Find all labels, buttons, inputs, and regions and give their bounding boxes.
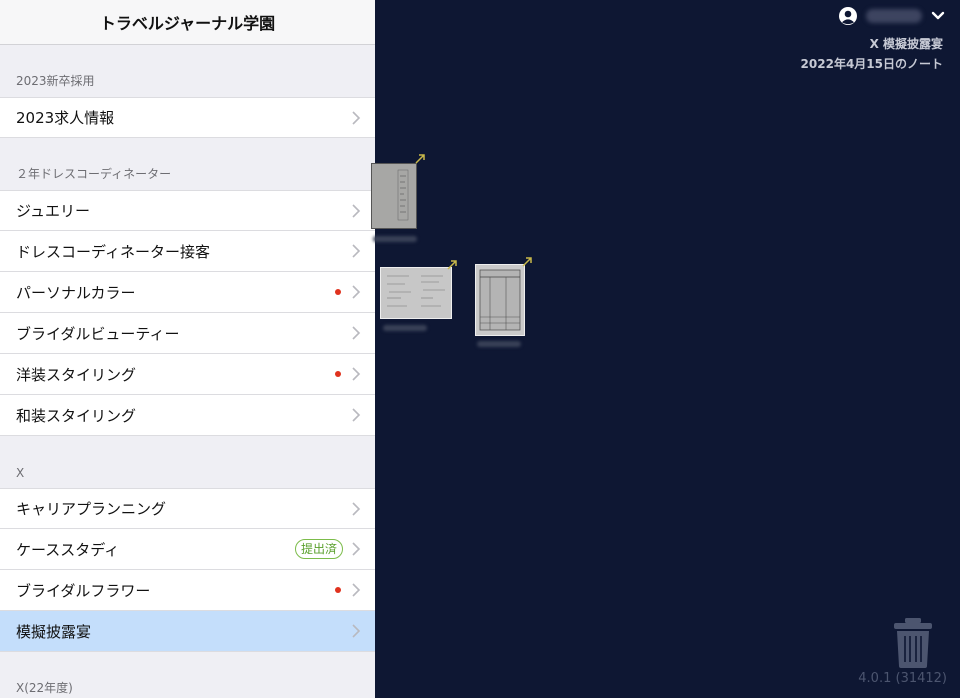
section-list: キャリアプランニング ケーススタディ 提出済ブライダルフラワー 模擬披露宴 — [0, 488, 375, 652]
page-thumbnail[interactable] — [371, 163, 417, 229]
arrow-up-right-icon — [522, 257, 532, 267]
app-version: 4.0.1 (31412) — [858, 671, 947, 686]
notebook-row[interactable]: 洋装スタイリング — [0, 354, 375, 395]
notebook-row[interactable]: ジュエリー — [0, 190, 375, 231]
notebook-row[interactable]: 模擬披露宴 — [0, 611, 375, 652]
notebook-row[interactable]: ブライダルフラワー — [0, 570, 375, 611]
chevron-right-icon — [352, 367, 361, 381]
note-title: X 模擬披露宴 — [869, 37, 943, 51]
chevron-down-icon[interactable] — [930, 8, 946, 24]
unread-dot-icon — [335, 289, 341, 295]
notebook-label: 2023求人情報 — [16, 109, 115, 127]
chevron-right-icon — [352, 583, 361, 597]
page-caption-redacted — [383, 325, 427, 331]
notebook-label: ブライダルフラワー — [16, 581, 151, 600]
page-thumbnail[interactable] — [380, 267, 452, 319]
chevron-right-icon — [352, 285, 361, 299]
notebook-label: ジュエリー — [16, 202, 90, 220]
chevron-right-icon — [352, 501, 361, 516]
sidebar-title: トラベルジャーナル学園 — [99, 14, 276, 33]
sidebar: トラベルジャーナル学園 2023新卒採用 2023求人情報 ２年ドレスコーディネータ… — [0, 0, 375, 698]
notebook-label: 洋装スタイリング — [16, 365, 137, 384]
section-header: ２年ドレスコーディネーター — [16, 167, 172, 181]
notebook-label: ケーススタディ — [16, 540, 120, 559]
notebook-label: 和装スタイリング — [16, 406, 137, 425]
section-list: ジュエリードレスコーディネーター接客 パーソナルカラーブライダルビューティー 洋装ス… — [0, 190, 375, 436]
chevron-right-icon — [352, 624, 361, 638]
user-circle-icon — [839, 7, 857, 25]
note-date: 2022年4月15日のノート — [800, 57, 943, 71]
section-header: X — [16, 466, 25, 480]
notebook-row[interactable]: 和装スタイリング — [0, 395, 375, 436]
account-name-redacted — [866, 9, 922, 23]
page-caption-redacted — [477, 341, 521, 347]
notebook-label: ドレスコーディネーター接客 — [16, 242, 210, 261]
trash-icon[interactable] — [893, 618, 933, 668]
page-thumbnail[interactable] — [475, 264, 525, 336]
note-canvas[interactable]: X 模擬披露宴 2022年4月15日のノート 4.0.1 (31412) — [371, 0, 960, 698]
notebook-row[interactable]: ケーススタディ 提出済 — [0, 529, 375, 570]
notebook-row[interactable]: 2023求人情報 — [0, 97, 375, 138]
account-menu[interactable] — [838, 6, 946, 26]
chevron-right-icon — [352, 244, 361, 258]
notebook-label: 模擬披露宴 — [16, 622, 92, 641]
unread-dot-icon — [335, 587, 341, 593]
notebook-row[interactable]: パーソナルカラー — [0, 272, 375, 313]
notebook-label: ブライダルビューティー — [16, 324, 180, 343]
sidebar-header: トラベルジャーナル学園 — [0, 0, 375, 45]
notebook-label: パーソナルカラー — [16, 283, 136, 302]
chevron-right-icon — [352, 110, 361, 125]
chevron-right-icon — [352, 542, 361, 556]
chevron-right-icon — [352, 408, 361, 422]
notebook-row[interactable]: ドレスコーディネーター接客 — [0, 231, 375, 272]
section-header: 2023新卒採用 — [16, 74, 95, 88]
arrow-up-right-icon — [447, 260, 457, 270]
submitted-badge: 提出済 — [294, 539, 343, 559]
page-caption-redacted — [373, 236, 417, 242]
notebook-label: キャリアプランニング — [16, 500, 167, 518]
notebook-row[interactable]: キャリアプランニング — [0, 488, 375, 529]
chevron-right-icon — [352, 203, 361, 218]
notebook-row[interactable]: ブライダルビューティー — [0, 313, 375, 354]
unread-dot-icon — [335, 371, 341, 377]
arrow-up-right-icon — [415, 154, 425, 164]
note-info: X 模擬披露宴 2022年4月15日のノート — [801, 34, 943, 74]
chevron-right-icon — [352, 326, 361, 340]
section-list: 2023求人情報 — [0, 97, 375, 138]
section-header: X(22年度) — [16, 681, 73, 695]
sidebar-sections: 2023新卒採用 2023求人情報 ２年ドレスコーディネータージュエリードレスコーデ… — [0, 45, 375, 698]
